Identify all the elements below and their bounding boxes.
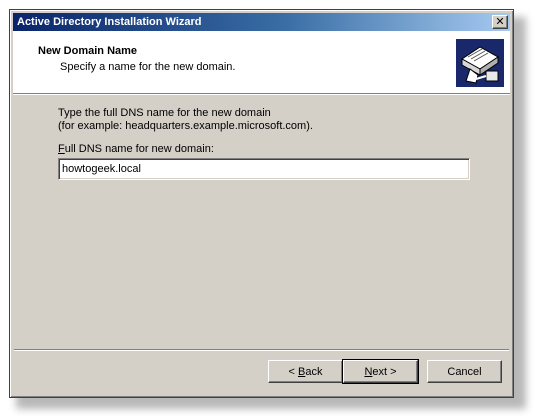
next-button[interactable]: Next >: [342, 359, 419, 384]
close-icon: ✕: [495, 15, 505, 28]
back-accelerator: B: [298, 365, 306, 378]
instruction-line-1: Type the full DNS name for the new domai…: [58, 107, 271, 119]
wizard-dialog: Active Directory Installation Wizard ✕ N…: [9, 9, 514, 398]
dns-name-label-accelerator: F: [58, 143, 65, 155]
cancel-button[interactable]: Cancel: [427, 360, 502, 383]
next-button-label: Next >: [364, 366, 396, 378]
close-button[interactable]: ✕: [492, 15, 508, 29]
wizard-header: New Domain Name Specify a name for the n…: [13, 31, 510, 94]
dns-name-input[interactable]: [58, 158, 470, 180]
title-bar[interactable]: Active Directory Installation Wizard ✕: [13, 13, 510, 31]
cancel-button-label: Cancel: [447, 365, 482, 378]
instruction-line-2: (for example: headquarters.example.micro…: [58, 120, 313, 132]
wizard-book-network-icon: [456, 39, 504, 87]
book-icon-graphic: [456, 39, 504, 87]
next-label-rest: ext >: [372, 365, 397, 378]
dns-name-label: Full DNS name for new domain:: [58, 143, 214, 155]
button-separator: [14, 349, 509, 351]
page-title: New Domain Name: [38, 45, 138, 57]
back-button-label: < Back: [289, 366, 323, 378]
page-subtitle: Specify a name for the new domain.: [60, 61, 236, 73]
back-button[interactable]: < Back: [268, 360, 343, 383]
back-arrow-text: <: [288, 365, 298, 378]
next-accelerator: N: [364, 365, 373, 378]
dns-name-label-text: ull DNS name for new domain:: [64, 143, 214, 155]
back-label-rest: ack: [305, 365, 323, 378]
window-title: Active Directory Installation Wizard: [17, 16, 202, 28]
